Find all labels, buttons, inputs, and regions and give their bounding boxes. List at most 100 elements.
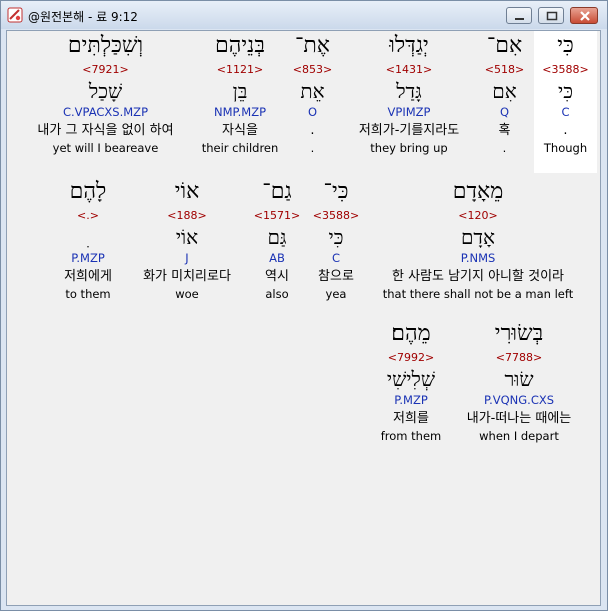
strong-number[interactable]: <1431> — [344, 61, 474, 79]
english-gloss: when I depart — [479, 429, 559, 443]
hebrew-lemma: כִּי — [557, 79, 574, 103]
parsing-code: Q — [499, 105, 510, 119]
korean-gloss: 화가 미치리로다 — [143, 269, 231, 284]
korean-gloss: . — [563, 123, 568, 138]
word-block[interactable]: מֵהֶם׃ <7992> שְׁלִישִׁי P.MZP 저희를 from … — [373, 319, 449, 445]
english-gloss: from them — [380, 429, 442, 443]
parsing-code: AB — [269, 251, 285, 265]
hebrew-lemma: אִם — [492, 79, 517, 103]
hebrew-word: יְגַדְּלוּ — [389, 33, 429, 58]
interlinear-pane[interactable]: כִּי <3588> כִּי C . Though אִם־ <518> א… — [6, 30, 601, 606]
english-gloss: their children — [201, 141, 279, 155]
word-block[interactable]: יְגַדְּלוּ <1431> גָּדַל VPIMZP 저희가-기를지라… — [344, 31, 474, 157]
word-block[interactable]: אֶת־ <853> אֵת O . . — [285, 31, 340, 157]
hebrew-word: מֵהֶם׃ — [391, 321, 431, 346]
english-gloss: woe — [175, 287, 199, 301]
strong-number[interactable]: <518> — [477, 61, 532, 79]
strong-number[interactable]: <7921> — [17, 61, 194, 79]
english-gloss: yet will I beareave — [52, 141, 159, 155]
parsing-code: C — [561, 105, 570, 119]
strong-number[interactable]: <7992> — [373, 349, 449, 367]
hebrew-word: בְּנֵיהֶם — [215, 33, 265, 58]
english-gloss: . — [502, 141, 507, 155]
korean-gloss: 역시 — [265, 269, 289, 284]
strong-number[interactable]: <7788> — [450, 349, 588, 367]
word-block[interactable]: כִּי־ <3588> כִּי C 참으로 yea — [309, 177, 363, 303]
english-gloss: . — [310, 141, 315, 155]
maximize-button[interactable] — [538, 7, 564, 24]
korean-gloss: 저희가-기를지라도 — [358, 123, 460, 138]
hebrew-word: כִּי־ — [323, 179, 349, 204]
parsing-code: C.VPACXS.MZP — [62, 105, 148, 119]
hebrew-lemma: גָּדַל — [396, 79, 422, 103]
korean-gloss: 저희에게 — [64, 269, 112, 284]
app-logo-icon — [7, 7, 23, 23]
word-block[interactable]: אוֹי <188> אוֹי J 화가 미치리로다 woe — [131, 177, 243, 303]
korean-gloss: 내가-떠나는 때에는 — [466, 411, 572, 426]
parsing-code: P.MZP — [394, 393, 428, 407]
hebrew-lemma: בֵּן — [232, 79, 248, 103]
word-block[interactable]: בְּשׂוּרִי <7788> שׂוּר P.VQNG.CXS 내가-떠나… — [450, 319, 588, 445]
korean-gloss: 한 사람도 남기지 아니할 것이라 — [391, 269, 564, 284]
english-gloss: that there shall not be a man left — [382, 287, 574, 301]
strong-number[interactable]: <3588> — [534, 61, 597, 79]
parsing-code: P.MZP — [71, 251, 105, 265]
korean-gloss: 내가 그 자식을 없이 하여 — [37, 123, 174, 138]
korean-gloss: 혹 — [498, 123, 511, 138]
hebrew-word: אִם־ — [486, 33, 523, 58]
korean-gloss: 저희를 — [393, 411, 429, 426]
close-icon — [580, 11, 590, 21]
hebrew-word: גַם־ — [262, 179, 292, 204]
hebrew-lemma: גַּם — [267, 225, 287, 249]
app-window: @원전본해 - 료 9:12 כִּי <3588> כִּי C . Thou… — [0, 0, 608, 611]
parsing-code: J — [185, 251, 189, 265]
strong-number[interactable]: <853> — [285, 61, 340, 79]
word-block[interactable]: מֵאָדָם <120> אָדָם P.NMS 한 사람도 남기지 아니할 … — [367, 177, 589, 303]
word-block[interactable]: לָהֶם <.> ִ P.MZP 저희에게 to them — [52, 177, 124, 303]
strong-number[interactable]: <1571> — [249, 207, 305, 225]
hebrew-lemma: כִּי — [328, 225, 344, 249]
word-block[interactable]: כִּי <3588> כִּי C . Though — [534, 31, 597, 173]
english-gloss: yea — [325, 287, 347, 301]
strong-number[interactable]: <120> — [367, 207, 589, 225]
strong-number[interactable]: <3588> — [309, 207, 363, 225]
hebrew-word: וְשִׁכַּלְתִּים — [67, 33, 144, 58]
word-block[interactable]: גַם־ <1571> גַּם AB 역시 also — [249, 177, 305, 303]
hebrew-word: מֵאָדָם — [452, 179, 504, 204]
korean-gloss: . — [310, 123, 315, 138]
korean-gloss: 자식을 — [222, 123, 258, 138]
hebrew-word: אוֹי — [174, 179, 200, 204]
english-gloss: also — [265, 287, 289, 301]
word-block[interactable]: וְשִׁכַּלְתִּים <7921> שָׁכַל C.VPACXS.M… — [17, 31, 194, 157]
hebrew-word: בְּשׂוּרִי — [494, 321, 544, 346]
hebrew-lemma: שׂוּר — [504, 367, 534, 391]
parsing-code: P.NMS — [460, 251, 496, 265]
word-block[interactable]: בְּנֵיהֶם <1121> בֵּן NMP.MZP 자식을 their … — [197, 31, 283, 157]
minimize-icon — [515, 18, 524, 20]
hebrew-word: אֶת־ — [294, 33, 331, 58]
hebrew-lemma: שְׁלִישִׁי — [386, 367, 436, 391]
parsing-code: VPIMZP — [387, 105, 431, 119]
strong-number[interactable]: <1121> — [197, 61, 283, 79]
title-bar[interactable]: @원전본해 - 료 9:12 — [1, 1, 607, 29]
hebrew-lemma: אוֹי — [175, 225, 199, 249]
parsing-code: C — [331, 251, 341, 265]
hebrew-lemma: אָדָם — [460, 225, 496, 249]
word-block[interactable]: אִם־ <518> אִם Q 혹 . — [477, 31, 532, 157]
parsing-code: P.VQNG.CXS — [483, 393, 555, 407]
hebrew-lemma: שָׁכַל — [88, 79, 123, 103]
close-button[interactable] — [570, 7, 598, 24]
strong-number[interactable]: <.> — [52, 207, 124, 225]
maximize-icon — [546, 11, 558, 21]
hebrew-lemma: ִ — [52, 225, 124, 249]
korean-gloss: 참으로 — [318, 269, 354, 284]
hebrew-word: כִּי — [557, 33, 574, 58]
english-gloss: they bring up — [370, 141, 448, 155]
strong-number[interactable]: <188> — [131, 207, 243, 225]
parsing-code: O — [307, 105, 318, 119]
window-title: @원전본해 - 료 9:12 — [28, 10, 138, 24]
parsing-code: NMP.MZP — [213, 105, 267, 119]
minimize-button[interactable] — [506, 7, 532, 24]
hebrew-word: לָהֶם — [69, 179, 107, 204]
english-gloss: Though — [543, 141, 588, 155]
